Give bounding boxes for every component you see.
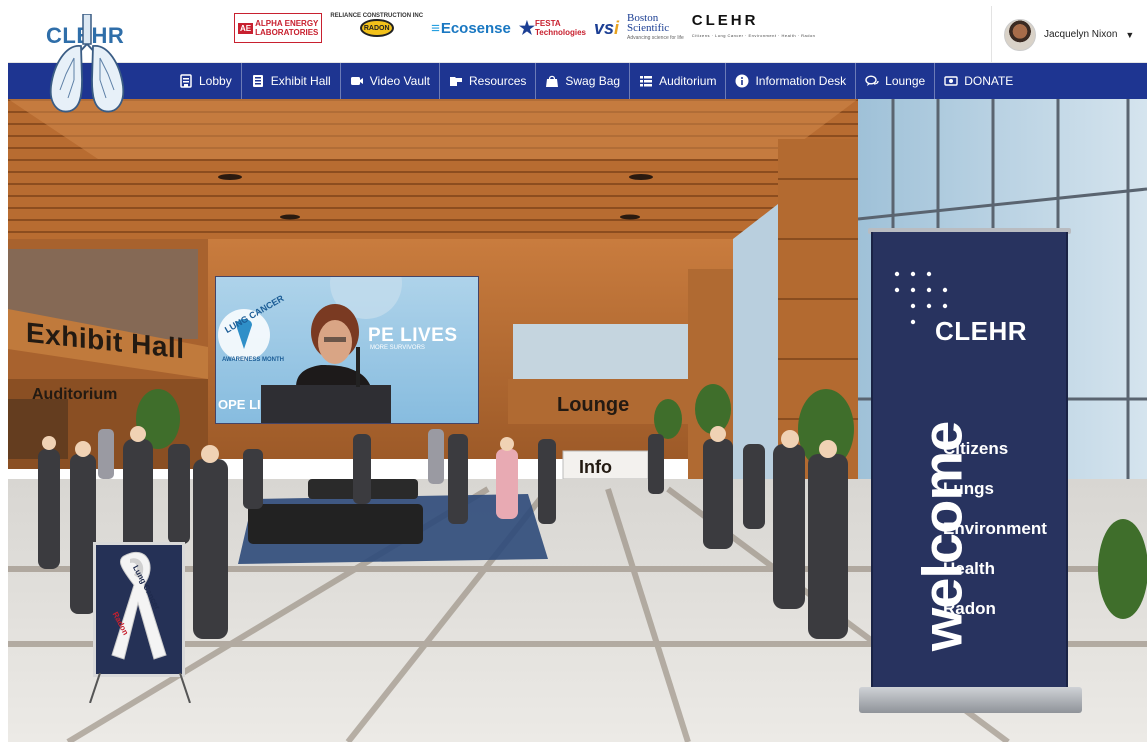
top-header: CLEHR AE ALPHA ENERGY LABORATORIES RELIA… [8,6,1147,63]
banner-item-citizens: Citizens [943,439,1009,458]
banner-item-lungs: Lungs [943,479,994,498]
sign-lounge[interactable]: Lounge [557,394,629,417]
avatar[interactable] [1004,18,1036,51]
chevron-down-icon[interactable]: ▼ [1125,30,1134,40]
folder-icon [449,74,463,88]
ecosense-icon: ≡ [431,19,440,37]
welcome-banner[interactable]: CLEHR welcome Citizens Lungs Environment… [871,232,1068,696]
nav-information-desk[interactable]: Information Desk [726,63,857,99]
video-camera-icon [350,74,364,88]
nav-lobby[interactable]: Lobby [170,63,242,99]
lungs-logo-icon [49,14,125,113]
star-icon: ★ [518,17,536,38]
shopping-bag-icon [545,74,559,88]
banner-item-radon: Radon [943,599,996,618]
list-icon [639,74,653,88]
video-subcaption: MORE SURVIVORS [370,345,425,351]
banner-stand-base [859,687,1082,713]
video-caption: PE LIVES [368,325,458,346]
sponsor-clehr[interactable]: CLEHR Citizens · Lung Cancer · Environme… [692,13,816,43]
info-icon [735,74,749,88]
user-name[interactable]: Jacquelyn Nixon [1044,29,1117,40]
money-icon [944,74,958,88]
nav-auditorium[interactable]: Auditorium [630,63,727,99]
banner-item-health: Health [943,559,995,578]
exhibit-hall-icon [251,74,265,88]
sponsor-alpha-energy[interactable]: AE ALPHA ENERGY LABORATORIES [234,13,323,43]
nav-resources[interactable]: Resources [440,63,537,99]
chat-bubbles-icon [865,74,879,88]
user-menu[interactable]: Jacquelyn Nixon ▼ [991,6,1147,63]
nav-video-vault[interactable]: Video Vault [341,63,441,99]
lobby-video-screen[interactable]: PE LIVES MORE SURVIVORS OPE LI LUNG CANC… [215,276,479,424]
nav-lounge[interactable]: Lounge [856,63,936,99]
banner-item-environment: Environment [943,519,1047,538]
sponsor-radon[interactable]: RELIANCE CONSTRUCTION INC RADON [330,13,423,43]
video-left-text: OPE LI [218,397,261,412]
sign-info-desk[interactable]: Info [579,457,612,478]
virtual-lobby-scene: Exhibit Hall Auditorium Lounge Info PE L… [8,99,1147,742]
nav-swag-bag[interactable]: Swag Bag [536,63,631,99]
main-nav: Lobby Exhibit Hall Video Vault Resources… [8,63,1147,99]
sponsor-festa[interactable]: ★ FESTA Technologies [519,13,586,43]
nav-donate[interactable]: DONATE [935,63,1022,99]
sponsor-ecosense[interactable]: ≡ Ecosense [431,13,511,43]
sponsor-logos: AE ALPHA ENERGY LABORATORIES RELIANCE CO… [234,10,815,46]
easel-legs [89,673,191,703]
sponsor-vsi[interactable]: vs i [594,13,619,43]
lung-cancer-easel[interactable]: Lung Cancer Radon [93,542,185,677]
lobby-icon [179,74,193,88]
sponsor-boston-scientific[interactable]: Boston Scientific Advancing science for … [627,13,684,43]
sign-auditorium[interactable]: Auditorium [32,386,117,404]
nav-exhibit-hall[interactable]: Exhibit Hall [242,63,341,99]
video-ribbon-text2: AWARENESS MONTH [222,357,285,363]
banner-brand: CLEHR [935,316,1028,346]
